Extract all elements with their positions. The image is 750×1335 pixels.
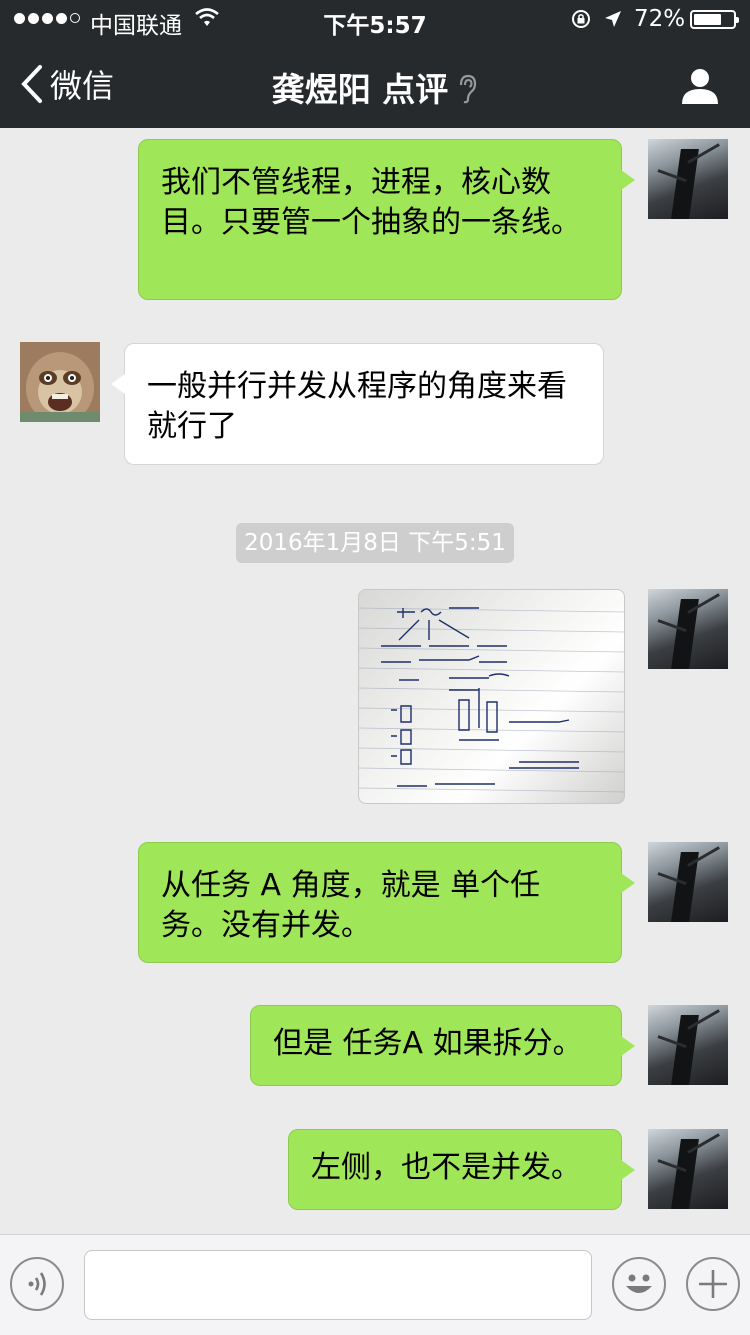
battery-icon [690,10,739,29]
emoji-button[interactable] [612,1257,666,1311]
message-timestamp: 2016年1月8日 下午5:51 [236,523,514,563]
chat-title-text: 龚煜阳 点评 [271,70,449,109]
voice-icon [28,1272,46,1296]
handwritten-notes-photo [359,607,624,793]
message-bubble-sent[interactable]: 我们不管线程，进程，核心数目。只要管一个抽象的一条线。 [138,139,635,300]
chat-title: 龚煜阳 点评 [0,63,750,111]
message-text: 从任务 A 角度，就是 单个任务。没有并发。 [161,868,541,943]
message-text: 一般并行并发从程序的角度来看就行了 [147,369,567,444]
plus-icon [699,1270,727,1298]
my-avatar[interactable] [648,589,728,669]
voice-button[interactable] [10,1257,64,1311]
message-text: 左侧，也不是并发。 [311,1150,581,1185]
rotation-lock-icon [572,10,590,28]
profile-icon[interactable] [680,66,720,106]
message-bubble-sent[interactable]: 但是 任务A 如果拆分。 [250,1005,635,1086]
message-text: 但是 任务A 如果拆分。 [273,1026,583,1061]
message-bubble-sent[interactable]: 从任务 A 角度，就是 单个任务。没有并发。 [138,842,635,963]
contact-avatar[interactable] [20,342,100,422]
battery-percent: 72% [634,6,686,32]
status-bar: 中国联通 下午5:57 72% [0,0,750,40]
chat-input-bar [0,1234,750,1335]
message-bubble-received[interactable]: 一般并行并发从程序的角度来看就行了 [111,343,604,465]
message-bubble-sent[interactable]: 左侧，也不是并发。 [288,1129,635,1210]
ear-icon [460,74,477,103]
more-button[interactable] [686,1257,740,1311]
location-arrow-icon [605,11,621,27]
image-message[interactable] [358,589,625,804]
message-text: 我们不管线程，进程，核心数目。只要管一个抽象的一条线。 [161,165,581,240]
my-avatar[interactable] [648,842,728,922]
emoji-icon [626,1274,652,1293]
top-bar: 中国联通 下午5:57 72% 微信 龚煜阳 点评 [0,0,750,128]
my-avatar[interactable] [648,139,728,219]
my-avatar[interactable] [648,1129,728,1209]
message-input[interactable] [84,1250,592,1320]
my-avatar[interactable] [648,1005,728,1085]
